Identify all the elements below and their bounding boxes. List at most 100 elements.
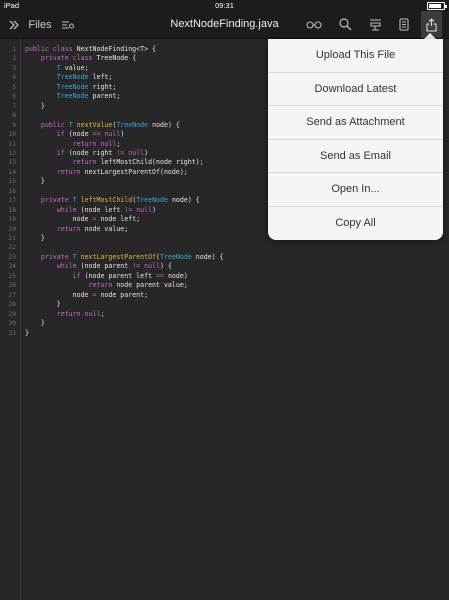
code-token: == bbox=[156, 271, 164, 280]
code-token: return null bbox=[72, 139, 117, 148]
code-token: node) { bbox=[148, 120, 180, 129]
code-line[interactable]: return nextLargestParentOf(node); bbox=[25, 168, 188, 178]
menu-item-download[interactable]: Download Latest bbox=[268, 73, 443, 106]
code-line[interactable]: TreeNode right; bbox=[25, 82, 117, 93]
code-line[interactable]: private class TreeNode { bbox=[25, 54, 136, 64]
code-token: ) { bbox=[160, 262, 172, 271]
line-number: 23 bbox=[8, 253, 16, 261]
code-line[interactable]: node = node parent; bbox=[25, 291, 148, 301]
code-token: return bbox=[56, 224, 81, 233]
code-token: ; bbox=[100, 309, 105, 318]
line-number: 20 bbox=[8, 225, 16, 233]
menu-item-copy-all[interactable]: Copy All bbox=[268, 207, 443, 241]
code-line[interactable]: return leftMostChild(node right); bbox=[25, 158, 204, 168]
code-token: node) { bbox=[167, 196, 200, 205]
code-line[interactable]: if (node parent left == node) bbox=[25, 272, 188, 282]
code-token: TreeNode bbox=[56, 82, 89, 91]
code-line[interactable]: } bbox=[25, 319, 45, 329]
code-line[interactable]: while (node left != null) bbox=[25, 206, 156, 216]
menu-item-open-in[interactable]: Open In... bbox=[268, 173, 443, 207]
code-token: value; bbox=[60, 63, 89, 72]
line-number: 4 bbox=[12, 74, 16, 82]
code-line[interactable]: if (node == null) bbox=[25, 130, 125, 140]
code-token: private bbox=[40, 252, 73, 261]
line-number: 1 bbox=[12, 46, 16, 53]
menu-item-send-email[interactable]: Send as Email bbox=[268, 140, 443, 173]
code-line[interactable]: TreeNode parent; bbox=[25, 92, 121, 102]
code-line[interactable]: } bbox=[25, 177, 45, 187]
code-token: } bbox=[25, 300, 61, 309]
code-token: while bbox=[56, 205, 77, 214]
code-line[interactable]: private T leftMostChild(TreeNode node) { bbox=[25, 196, 200, 206]
line-number: 8 bbox=[12, 112, 16, 120]
glasses-icon[interactable] bbox=[304, 11, 324, 38]
code-line[interactable]: private T nextLargestParentOf(TreeNode n… bbox=[25, 253, 224, 263]
code-token: (node parent left bbox=[80, 271, 157, 280]
code-token: null bbox=[128, 148, 145, 157]
code-line[interactable]: return null; bbox=[25, 309, 105, 320]
line-number: 2 bbox=[12, 55, 16, 63]
code-token: nextLargestParentOf(node); bbox=[80, 167, 188, 176]
files-button[interactable]: Files bbox=[28, 11, 52, 38]
line-number: 21 bbox=[8, 235, 16, 242]
line-number: 7 bbox=[12, 102, 16, 110]
code-line[interactable]: T value; bbox=[25, 64, 89, 74]
snippets-icon[interactable] bbox=[365, 11, 385, 38]
code-line[interactable]: } bbox=[25, 329, 29, 339]
code-token: NextNodeFinding<T> { bbox=[76, 45, 157, 53]
document-icon[interactable] bbox=[394, 11, 414, 38]
code-line[interactable]: return null; bbox=[25, 139, 121, 150]
search-icon[interactable] bbox=[335, 11, 355, 38]
code-line[interactable]: node = node left; bbox=[25, 215, 141, 225]
code-token: node value; bbox=[80, 224, 129, 233]
code-line[interactable]: public T nextValue(TreeNode node) { bbox=[25, 121, 180, 131]
menu-item-upload[interactable]: Upload This File bbox=[268, 39, 443, 73]
clock: 09:31 bbox=[215, 1, 234, 10]
code-line[interactable]: } bbox=[25, 234, 45, 244]
code-token: right; bbox=[88, 82, 117, 91]
line-number: 6 bbox=[12, 93, 16, 101]
code-token: public bbox=[40, 120, 69, 129]
code-token: node) { bbox=[191, 252, 224, 261]
code-line[interactable]: TreeNode left; bbox=[25, 73, 113, 83]
code-token: TreeNode bbox=[56, 73, 89, 82]
line-number: 9 bbox=[12, 121, 16, 129]
code-token: TreeNode { bbox=[96, 54, 137, 63]
line-number: 13 bbox=[8, 159, 16, 167]
code-line[interactable]: if (node right != null) bbox=[25, 149, 148, 159]
code-line[interactable]: while (node parent != null) { bbox=[25, 262, 172, 272]
line-number: 5 bbox=[12, 83, 16, 91]
code-line[interactable]: } bbox=[25, 300, 61, 310]
code-line[interactable]: return node value; bbox=[25, 225, 128, 235]
code-line[interactable]: } bbox=[25, 102, 45, 112]
chevron-double-right-icon[interactable] bbox=[6, 11, 22, 38]
line-number: 11 bbox=[8, 140, 16, 148]
code-token: if bbox=[56, 130, 65, 139]
code-token: node left; bbox=[96, 215, 141, 224]
sort-list-icon[interactable] bbox=[58, 11, 76, 38]
code-token: return null bbox=[56, 309, 101, 318]
line-number: 14 bbox=[8, 168, 16, 176]
code-token: (node bbox=[64, 130, 93, 139]
line-number: 16 bbox=[8, 187, 16, 195]
status-bar: iPad 09:31 bbox=[0, 0, 449, 11]
menu-item-send-attachment[interactable]: Send as Attachment bbox=[268, 106, 443, 140]
code-line[interactable]: public class NextNodeFinding<T> { bbox=[25, 45, 156, 55]
code-token: T bbox=[68, 120, 77, 129]
line-number: 26 bbox=[8, 282, 16, 290]
code-token: TreeNode bbox=[56, 92, 89, 101]
toolbar: NextNodeFinding.java Files bbox=[0, 11, 449, 39]
line-number: 15 bbox=[8, 178, 16, 186]
code-line[interactable]: return node parent value; bbox=[25, 281, 188, 291]
code-token: null bbox=[136, 205, 153, 214]
line-number: 25 bbox=[8, 272, 16, 280]
